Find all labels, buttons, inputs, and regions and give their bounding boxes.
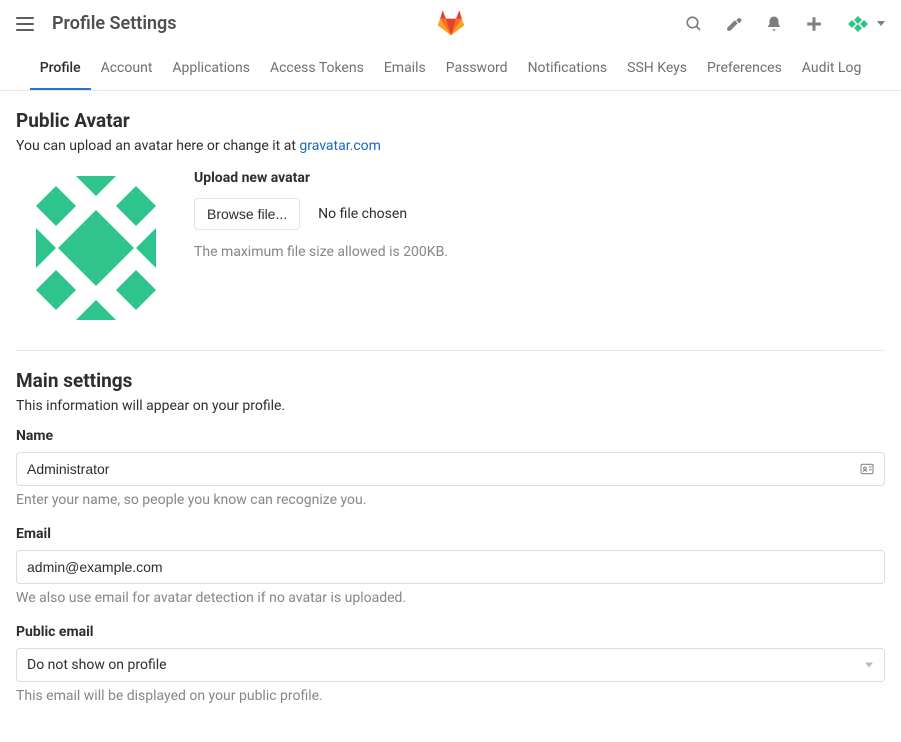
- search-icon[interactable]: [685, 15, 703, 33]
- public-email-field-group: Public email Do not show on profile This…: [16, 624, 885, 706]
- file-size-hint: The maximum file size allowed is 200KB.: [194, 244, 448, 260]
- tab-notifications[interactable]: Notifications: [518, 47, 618, 90]
- no-file-chosen-text: No file chosen: [318, 206, 407, 222]
- top-bar: Profile Settings: [0, 0, 901, 47]
- main-section-title: Main settings: [16, 369, 885, 392]
- tab-password[interactable]: Password: [436, 47, 518, 90]
- email-field-group: Email We also use email for avatar detec…: [16, 526, 885, 606]
- tab-profile[interactable]: Profile: [30, 47, 91, 90]
- upload-column: Upload new avatar Browse file... No file…: [194, 168, 448, 328]
- avatar-desc-text: You can upload an avatar here or change …: [16, 138, 299, 154]
- public-email-hint: This email will be displayed on your pub…: [16, 688, 885, 706]
- tab-applications[interactable]: Applications: [162, 47, 260, 90]
- main-section-desc: This information will appear on your pro…: [16, 398, 885, 414]
- name-label: Name: [16, 428, 885, 444]
- public-email-select[interactable]: Do not show on profile: [16, 648, 885, 682]
- avatar-section-desc: You can upload an avatar here or change …: [16, 138, 885, 154]
- email-input[interactable]: [16, 550, 885, 584]
- user-menu[interactable]: [845, 11, 885, 37]
- email-label: Email: [16, 526, 885, 542]
- browse-row: Browse file... No file chosen: [194, 198, 448, 230]
- name-field-group: Name Enter your name, so people you know…: [16, 428, 885, 508]
- profile-tabs: Profile Account Applications Access Toke…: [0, 47, 901, 91]
- contact-card-icon: [859, 461, 875, 477]
- avatar-section-title: Public Avatar: [16, 109, 885, 132]
- page-title: Profile Settings: [52, 13, 177, 34]
- create-plus-icon[interactable]: [805, 15, 823, 33]
- user-avatar-small: [845, 11, 871, 37]
- avatar-image: [16, 168, 176, 328]
- tab-emails[interactable]: Emails: [374, 47, 436, 90]
- gitlab-logo[interactable]: [436, 7, 466, 41]
- tab-account[interactable]: Account: [91, 47, 163, 90]
- avatar-row: Upload new avatar Browse file... No file…: [16, 168, 885, 351]
- admin-wrench-icon[interactable]: [725, 15, 743, 33]
- upload-title: Upload new avatar: [194, 170, 448, 186]
- content: Public Avatar You can upload an avatar h…: [0, 91, 901, 742]
- menu-toggle-icon[interactable]: [16, 17, 34, 31]
- notifications-bell-icon[interactable]: [765, 15, 783, 33]
- name-hint: Enter your name, so people you know can …: [16, 492, 885, 508]
- chevron-down-icon: [877, 21, 885, 26]
- tab-ssh-keys[interactable]: SSH Keys: [617, 47, 697, 90]
- gravatar-link[interactable]: gravatar.com: [299, 138, 381, 154]
- email-hint: We also use email for avatar detection i…: [16, 590, 885, 606]
- tab-access-tokens[interactable]: Access Tokens: [260, 47, 374, 90]
- public-email-label: Public email: [16, 624, 885, 640]
- tab-preferences[interactable]: Preferences: [697, 47, 792, 90]
- tab-audit-log[interactable]: Audit Log: [792, 47, 872, 90]
- browse-file-button[interactable]: Browse file...: [194, 198, 300, 230]
- name-input[interactable]: [16, 452, 885, 486]
- top-actions: [685, 11, 885, 37]
